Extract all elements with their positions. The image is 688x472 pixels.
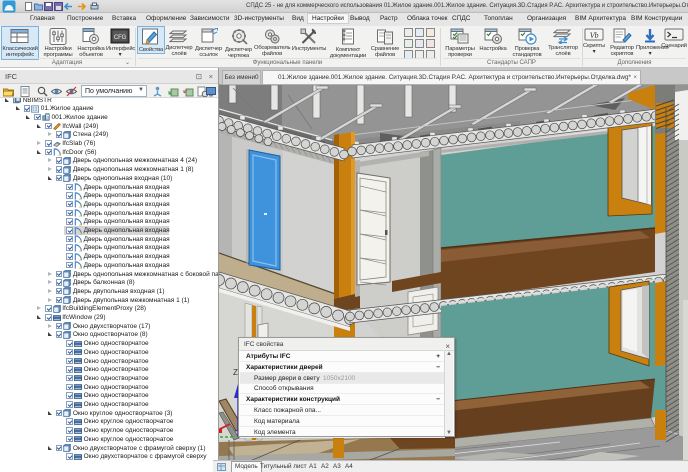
svg-text:Vb: Vb — [590, 31, 599, 40]
svg-text:CFG: CFG — [114, 35, 127, 41]
